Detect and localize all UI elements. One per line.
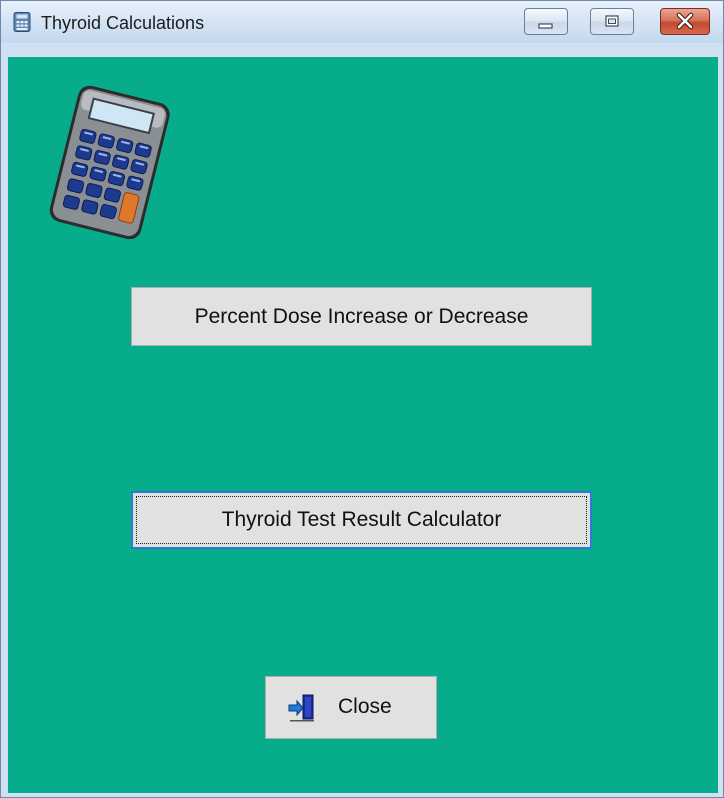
close-window-button[interactable] xyxy=(660,8,710,35)
minimize-button[interactable] xyxy=(524,8,568,35)
exit-door-icon xyxy=(288,694,314,722)
thyroid-test-calculator-button[interactable]: Thyroid Test Result Calculator xyxy=(131,491,592,549)
close-button[interactable]: Close xyxy=(265,676,437,739)
maximize-button[interactable] xyxy=(590,8,634,35)
title-bar[interactable]: Thyroid Calculations xyxy=(1,1,723,43)
percent-dose-label: Percent Dose Increase or Decrease xyxy=(194,304,529,328)
app-window: Thyroid Calculations Percent Dose Increa… xyxy=(0,0,724,798)
close-window-icon xyxy=(676,12,694,30)
window-title: Thyroid Calculations xyxy=(41,13,205,33)
maximize-icon xyxy=(605,15,619,27)
calculator-icon xyxy=(49,85,170,239)
minimize-icon xyxy=(538,23,553,29)
calculator-app-icon xyxy=(13,12,31,32)
close-label: Close xyxy=(338,695,392,718)
main-panel: Percent Dose Increase or Decrease Thyroi… xyxy=(8,57,718,793)
focus-rectangle xyxy=(136,496,587,544)
percent-dose-button[interactable]: Percent Dose Increase or Decrease xyxy=(131,287,592,346)
